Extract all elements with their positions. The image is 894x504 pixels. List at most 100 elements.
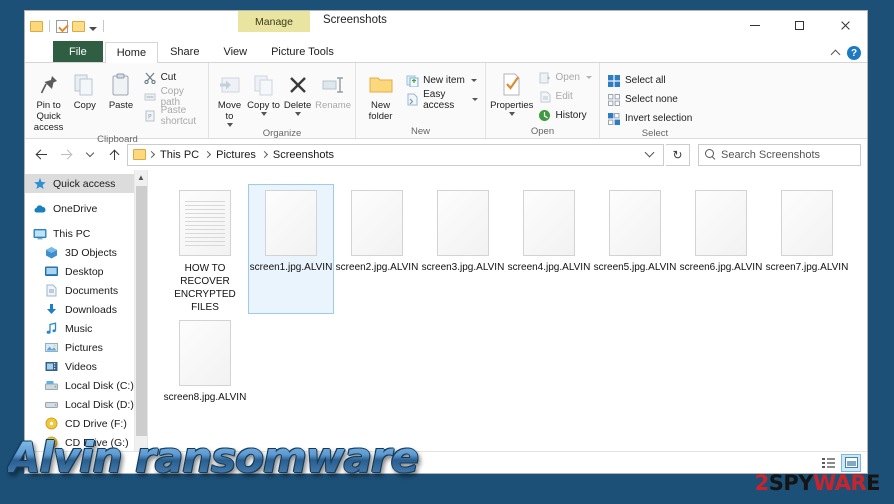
delete-button[interactable]: Delete [281, 66, 314, 116]
sidebar-item-music[interactable]: Music [25, 319, 147, 338]
sidebar-item-this-pc[interactable]: This PC [25, 224, 147, 243]
refresh-button[interactable]: ↻ [666, 143, 690, 166]
breadcrumb[interactable]: This PC Pictures Screenshots [127, 143, 664, 166]
file-name: screen1.jpg.ALVIN [249, 262, 333, 273]
forward-button[interactable] [55, 144, 77, 166]
new-folder-icon [368, 70, 394, 100]
button-label: Select none [625, 94, 678, 105]
pin-to-quick-access-button[interactable]: Pin to Quick access [31, 66, 66, 133]
sidebar-item-desktop[interactable]: Desktop [25, 262, 147, 281]
move-to-button[interactable]: Move to [213, 66, 246, 127]
breadcrumb-item-this-pc[interactable]: This PC [157, 149, 202, 161]
new-folder-icon[interactable] [72, 21, 85, 32]
sidebar-item-3d-objects[interactable]: 3D Objects [25, 243, 147, 262]
folder-icon[interactable] [30, 21, 43, 32]
list-item[interactable]: screen4.jpg.ALVIN [506, 184, 592, 314]
chevron-down-icon[interactable] [472, 98, 478, 101]
easy-access-icon [405, 93, 419, 107]
up-button[interactable] [103, 144, 125, 166]
scrollbar-thumb[interactable] [136, 186, 147, 436]
button-label: Rename [315, 100, 352, 111]
tab-picture-tools[interactable]: Picture Tools [259, 41, 346, 62]
file-name: screen6.jpg.ALVIN [679, 262, 763, 273]
chevron-right-icon [260, 150, 268, 159]
list-item[interactable]: screen6.jpg.ALVIN [678, 184, 764, 314]
chevron-down-icon[interactable] [644, 147, 655, 158]
history-button[interactable]: History [535, 107, 595, 124]
list-item[interactable]: screen1.jpg.ALVIN [248, 184, 334, 314]
new-item-button[interactable]: New item [402, 72, 481, 89]
back-button[interactable] [31, 144, 53, 166]
sidebar-item-documents[interactable]: Documents [25, 281, 147, 300]
refresh-icon: ↻ [672, 147, 683, 162]
recent-locations-button[interactable] [79, 144, 101, 166]
close-button[interactable] [822, 11, 867, 39]
sidebar-item-local-disk-d[interactable]: Local Disk (D:) [25, 395, 147, 414]
sidebar-item-cd-drive-f[interactable]: CD Drive (F:) [25, 414, 147, 433]
sidebar-item-label: Pictures [65, 341, 103, 354]
chevron-down-icon[interactable] [294, 112, 301, 116]
minimize-button[interactable] [732, 11, 777, 39]
text-lines [185, 201, 225, 249]
copy-path-button[interactable]: Copy path [140, 86, 204, 108]
tab-share[interactable]: Share [158, 41, 211, 62]
sidebar-item-local-disk-c[interactable]: Local Disk (C:) [25, 376, 147, 395]
paste-button[interactable]: Paste [103, 66, 138, 111]
tab-view[interactable]: View [211, 41, 259, 62]
open-button[interactable]: Open [535, 69, 595, 86]
group-title: New [410, 126, 430, 137]
sidebar-item-downloads[interactable]: Downloads [25, 300, 147, 319]
paste-shortcut-button[interactable]: P Paste shortcut [140, 105, 204, 127]
copy-to-button[interactable]: Copy to [247, 66, 280, 116]
sidebar-item-videos[interactable]: Videos [25, 357, 147, 376]
edit-button[interactable]: Edit [535, 88, 595, 105]
copy-button[interactable]: Copy [67, 66, 102, 111]
details-view-button[interactable] [818, 454, 838, 472]
list-item[interactable]: screen5.jpg.ALVIN [592, 184, 678, 314]
easy-access-button[interactable]: Easy access [402, 89, 481, 111]
list-item[interactable]: screen7.jpg.ALVIN [764, 184, 850, 314]
chevron-down-icon[interactable] [586, 76, 592, 79]
sidebar-item-onedrive[interactable]: OneDrive [25, 199, 147, 218]
rename-button[interactable]: Rename [315, 66, 351, 111]
collapse-ribbon-icon[interactable] [830, 49, 841, 59]
group-title: Clipboard [97, 134, 138, 145]
chevron-down-icon[interactable] [508, 112, 515, 116]
list-item[interactable]: screen8.jpg.ALVIN [162, 314, 248, 444]
arrow-left-icon [36, 149, 48, 161]
properties-icon[interactable] [56, 19, 68, 33]
list-item[interactable]: HOW TO RECOVER ENCRYPTED FILES [162, 184, 248, 314]
tab-file[interactable]: File [53, 41, 103, 62]
quick-access-toolbar [25, 11, 106, 35]
sidebar-item-label: Downloads [65, 303, 117, 316]
tab-home[interactable]: Home [104, 42, 159, 63]
brand-spy: SPY [768, 471, 814, 495]
new-folder-button[interactable]: New folder [360, 66, 401, 122]
breadcrumb-item-screenshots[interactable]: Screenshots [270, 149, 337, 161]
help-icon[interactable]: ? [847, 46, 861, 60]
contextual-tab-manage[interactable]: Manage [238, 11, 310, 32]
select-all-button[interactable]: Select all [604, 72, 695, 89]
chevron-down-icon[interactable] [89, 26, 97, 31]
navigation-scrollbar[interactable]: ▲ [134, 170, 147, 451]
chevron-down-icon[interactable] [260, 112, 267, 116]
select-none-button[interactable]: Select none [604, 91, 695, 108]
scroll-up-icon[interactable]: ▲ [135, 170, 147, 184]
group-title: Open [530, 126, 555, 137]
sidebar-item-label: OneDrive [53, 202, 98, 215]
maximize-button[interactable] [777, 11, 822, 39]
cut-button[interactable]: Cut [140, 69, 204, 86]
list-item[interactable]: screen2.jpg.ALVIN [334, 184, 420, 314]
sidebar-item-pictures[interactable]: Pictures [25, 338, 147, 357]
sidebar-item-quick-access[interactable]: Quick access [25, 174, 147, 193]
paste-icon [111, 70, 131, 100]
chevron-right-icon [204, 150, 212, 159]
file-list[interactable]: HOW TO RECOVER ENCRYPTED FILES screen1.j… [148, 170, 867, 451]
search-input[interactable]: Search Screenshots [698, 143, 861, 166]
properties-button[interactable]: Properties [490, 66, 534, 116]
breadcrumb-item-pictures[interactable]: Pictures [213, 149, 259, 161]
invert-selection-button[interactable]: Invert selection [604, 110, 695, 127]
chevron-down-icon[interactable] [470, 79, 477, 82]
list-item[interactable]: screen3.jpg.ALVIN [420, 184, 506, 314]
large-icons-view-button[interactable] [841, 453, 861, 472]
